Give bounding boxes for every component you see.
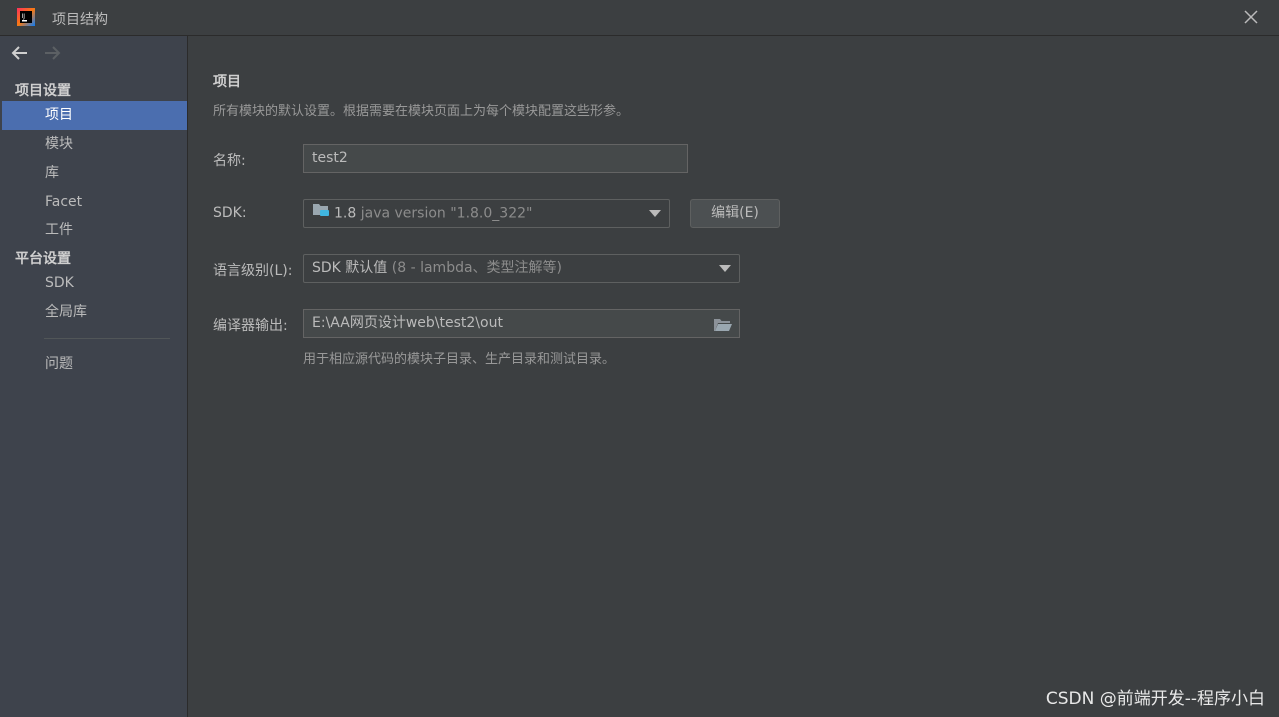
sidebar-item-artifacts[interactable]: 工件 xyxy=(2,216,187,245)
title-bar: IJ 项目结构 xyxy=(0,0,1279,36)
svg-text:IJ: IJ xyxy=(22,13,26,20)
sdk-version: 1.8 xyxy=(334,205,357,222)
sidebar-item-project[interactable]: 项目 xyxy=(2,101,187,130)
sdk-detail: java version "1.8.0_322" xyxy=(360,205,533,222)
nav-arrows xyxy=(10,44,62,62)
language-level-value: SDK 默认值 xyxy=(312,260,388,276)
watermark: CSDN @前端开发--程序小白 xyxy=(1045,689,1265,709)
forward-arrow-icon[interactable] xyxy=(42,44,62,62)
compiler-output-input[interactable]: E:\AA网页设计web\test2\out xyxy=(303,309,740,338)
language-level-detail: (8 - lambda、类型注解等) xyxy=(391,260,563,276)
language-level-combobox[interactable]: SDK 默认值 (8 - lambda、类型注解等) xyxy=(303,254,740,283)
browse-folder-icon[interactable] xyxy=(713,316,733,343)
close-icon[interactable] xyxy=(1241,7,1261,27)
group-project-settings: 项目设置 xyxy=(15,83,71,99)
page-title: 项目 xyxy=(213,74,241,90)
sdk-dropdown-arrow-icon xyxy=(649,210,661,217)
sidebar-item-problems[interactable]: 问题 xyxy=(2,350,187,379)
sdk-label: SDK: xyxy=(213,205,247,221)
language-dropdown-arrow-icon xyxy=(719,265,731,272)
back-arrow-icon[interactable] xyxy=(10,44,30,62)
window-title: 项目结构 xyxy=(52,12,108,28)
compiler-output-hint: 用于相应源代码的模块子目录、生产目录和测试目录。 xyxy=(303,352,616,367)
main-panel: 项目 所有模块的默认设置。根据需要在模块页面上为每个模块配置这些形参。 名称: … xyxy=(188,36,1279,717)
name-label: 名称: xyxy=(213,153,246,169)
intellij-logo-icon: IJ xyxy=(16,7,36,27)
name-input[interactable]: test2 xyxy=(303,144,688,173)
edit-button[interactable]: 编辑(E) xyxy=(690,199,780,228)
sidebar-item-sdk[interactable]: SDK xyxy=(2,269,187,298)
compiler-output-value: E:\AA网页设计web\test2\out xyxy=(312,315,503,331)
sidebar-item-facet[interactable]: Facet xyxy=(2,188,187,217)
page-description: 所有模块的默认设置。根据需要在模块页面上为每个模块配置这些形参。 xyxy=(213,104,630,119)
sidebar-divider xyxy=(44,338,170,339)
language-level-label: 语言级别(L): xyxy=(213,263,293,279)
compiler-output-label: 编译器输出: xyxy=(213,318,288,334)
sidebar-item-modules[interactable]: 模块 xyxy=(2,130,187,159)
sdk-folder-icon xyxy=(312,200,330,227)
group-platform-settings: 平台设置 xyxy=(15,251,71,267)
sidebar-item-global-libraries[interactable]: 全局库 xyxy=(2,298,187,327)
sdk-combobox[interactable]: 1.8 java version "1.8.0_322" xyxy=(303,199,670,228)
sidebar-item-libraries[interactable]: 库 xyxy=(2,159,187,188)
sidebar: 项目设置 项目 模块 库 Facet 工件 平台设置 SDK 全局库 问题 xyxy=(0,36,188,717)
